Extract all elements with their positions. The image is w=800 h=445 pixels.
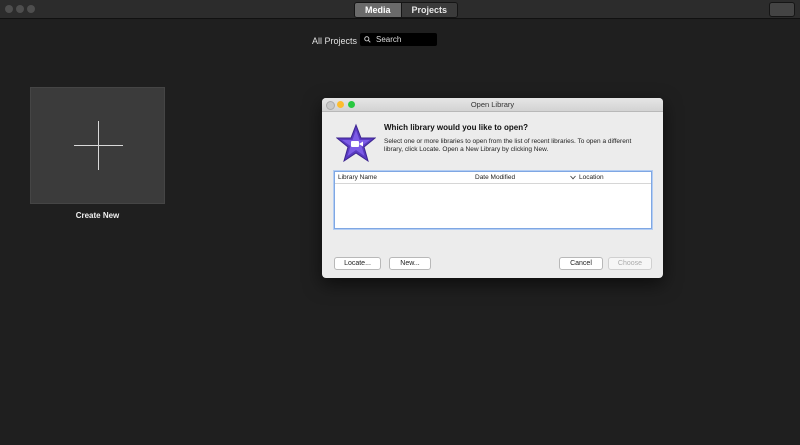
- new-button[interactable]: New...: [389, 257, 431, 270]
- column-library-name[interactable]: Library Name: [338, 174, 377, 181]
- toolbar-right-button[interactable]: [769, 2, 795, 17]
- dialog-question: Which library would you like to open?: [384, 123, 529, 132]
- search-placeholder: Search: [376, 35, 402, 44]
- close-window-icon[interactable]: [5, 5, 13, 13]
- dialog-title: Open Library: [470, 100, 515, 109]
- minimize-window-icon[interactable]: [16, 5, 24, 13]
- plus-icon-vertical: [98, 121, 99, 170]
- tab-projects[interactable]: Projects: [401, 3, 458, 17]
- library-list-table[interactable]: Library Name Date Modified Location: [334, 171, 652, 229]
- view-segmented-control: Media Projects: [354, 2, 459, 18]
- imovie-star-icon: [336, 123, 376, 163]
- all-projects-label: All Projects: [312, 36, 358, 46]
- locate-button[interactable]: Locate...: [334, 257, 381, 270]
- dialog-description: Select one or more libraries to open fro…: [384, 138, 632, 153]
- column-date-modified[interactable]: Date Modified: [475, 174, 515, 181]
- search-input[interactable]: Search: [360, 33, 437, 46]
- choose-button[interactable]: Choose: [608, 257, 652, 270]
- window-title-bar: Media Projects: [0, 0, 800, 19]
- chevron-down-icon: [570, 175, 576, 180]
- open-library-dialog: Open Library Which library would you lik…: [322, 98, 663, 278]
- dialog-title-bar: Open Library: [322, 98, 663, 112]
- search-icon: [364, 36, 371, 43]
- cancel-button[interactable]: Cancel: [559, 257, 603, 270]
- table-header: Library Name Date Modified Location: [335, 172, 651, 184]
- column-location[interactable]: Location: [579, 174, 604, 181]
- tab-media[interactable]: Media: [355, 3, 402, 17]
- create-new-tile[interactable]: [30, 87, 165, 204]
- zoom-window-icon[interactable]: [27, 5, 35, 13]
- create-new-label: Create New: [75, 211, 120, 220]
